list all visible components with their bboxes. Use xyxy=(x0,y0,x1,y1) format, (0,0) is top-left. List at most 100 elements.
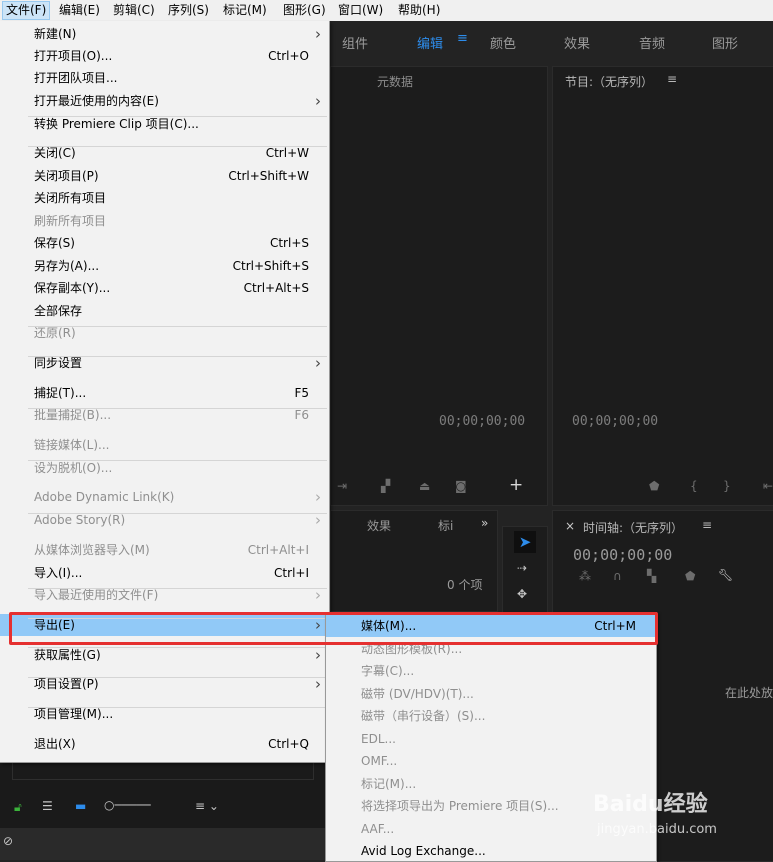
drop-hint: 在此处放 xyxy=(725,686,773,700)
wrench-icon[interactable]: 🔧︎ xyxy=(718,568,733,582)
menu-item-label: 链接媒体(L)... xyxy=(34,438,110,452)
menu-separator xyxy=(28,513,327,514)
file-menu-item: 链接媒体(L)... xyxy=(0,434,329,456)
menu-item-label: 新建(N) xyxy=(34,27,77,41)
menu-item-label: 捕捉(T)... xyxy=(34,386,87,400)
menu-bar: 文件(F) 编辑(E) 剪辑(C) 序列(S) 标记(M) 图形(G) 窗口(W… xyxy=(0,0,773,22)
menu-item-label: Adobe Dynamic Link(K) xyxy=(34,490,175,504)
submenu-item-label: 磁带 (DV/HDV)(T)... xyxy=(361,686,474,701)
highlight-annotation xyxy=(9,612,658,645)
tab-color[interactable]: 颜色 xyxy=(490,33,516,52)
export-submenu-item: OMF... xyxy=(326,750,656,772)
add-button-icon[interactable]: + xyxy=(509,475,523,495)
file-menu-item[interactable]: 捕捉(T)... F5 xyxy=(0,382,329,404)
file-menu-item[interactable]: 保存副本(Y)... Ctrl+Alt+S xyxy=(0,277,329,299)
menu-separator xyxy=(28,677,327,678)
menu-item-label: 打开团队项目... xyxy=(34,71,118,85)
file-menu-item[interactable]: 导入(I)... Ctrl+I xyxy=(0,562,329,584)
submenu-item-label: Avid Log Exchange... xyxy=(361,844,486,858)
search-field-frame[interactable] xyxy=(12,762,314,780)
export-submenu-item: 字幕(C)... xyxy=(326,660,656,682)
marker-icon[interactable]: ⬟ xyxy=(649,479,659,493)
chevron-right-icon: › xyxy=(315,25,321,43)
timeline-title: 时间轴:（无序列） xyxy=(583,521,684,535)
menu-separator xyxy=(28,356,327,357)
menu-file[interactable]: 文件(F) xyxy=(2,1,51,20)
linked-selection-icon[interactable]: ▚ xyxy=(647,569,656,583)
program-title: 节目:（无序列） xyxy=(565,75,654,89)
menu-item-label: 从媒体浏览器导入(M) xyxy=(34,543,150,557)
markers-tab[interactable]: 标i xyxy=(438,517,453,534)
tab-assembly[interactable]: 组件 xyxy=(342,33,368,52)
file-menu-item[interactable]: 退出(X) Ctrl+Q xyxy=(0,733,329,755)
sort-icon[interactable]: ≡ ⌄ xyxy=(195,799,219,813)
file-menu-item[interactable]: 保存(S) Ctrl+S xyxy=(0,232,329,254)
overwrite-icon[interactable]: ▞ xyxy=(381,479,390,493)
timeline-menu-icon[interactable]: ≡ xyxy=(702,518,712,532)
lift-icon[interactable]: ⏏ xyxy=(419,479,430,493)
menu-separator xyxy=(28,460,327,461)
menu-separator xyxy=(28,326,327,327)
menu-separator xyxy=(28,588,327,589)
menu-help[interactable]: 帮助(H) xyxy=(395,2,443,19)
add-marker-icon[interactable]: ⬟ xyxy=(685,569,695,583)
go-to-in-icon[interactable]: ⇤ xyxy=(763,479,773,493)
mark-in-icon[interactable]: { xyxy=(690,479,698,493)
menu-marker[interactable]: 标记(M) xyxy=(220,2,270,19)
file-menu-item[interactable]: 打开团队项目... xyxy=(0,67,329,89)
list-view-icon[interactable]: ☰ xyxy=(42,799,53,813)
tab-audio[interactable]: 音频 xyxy=(639,33,665,52)
file-menu-item[interactable]: 另存为(A)... Ctrl+Shift+S xyxy=(0,255,329,277)
menu-item-label: 导入(I)... xyxy=(34,566,83,580)
camera-icon[interactable]: ◙ xyxy=(455,479,467,493)
close-icon[interactable]: × xyxy=(565,519,575,533)
file-menu-item[interactable]: 全部保存 xyxy=(0,300,329,322)
menu-item-label: 打开项目(O)... xyxy=(34,49,113,63)
menu-separator xyxy=(28,408,327,409)
file-menu-item[interactable]: 打开项目(O)... Ctrl+O xyxy=(0,45,329,67)
item-count: 0 个项 xyxy=(447,578,483,592)
menu-edit[interactable]: 编辑(E) xyxy=(56,2,103,19)
file-menu-item[interactable]: 新建(N) › xyxy=(0,23,329,45)
panel-menu-icon[interactable]: ≡ xyxy=(667,72,677,86)
lock-icon[interactable]: 🔓︎ xyxy=(14,800,22,815)
tab-editing[interactable]: 编辑 xyxy=(417,33,443,52)
track-select-tool-icon[interactable]: ⇢ xyxy=(517,561,527,575)
file-menu-item[interactable]: 关闭项目(P) Ctrl+Shift+W xyxy=(0,165,329,187)
menu-sequence[interactable]: 序列(S) xyxy=(165,2,212,19)
menu-item-shortcut: Ctrl+Alt+I xyxy=(247,543,309,557)
ripple-edit-tool-icon[interactable]: ✥ xyxy=(517,587,527,601)
overflow-chevron-icon[interactable]: » xyxy=(481,516,488,530)
tab-effects[interactable]: 效果 xyxy=(564,33,590,52)
menu-graphics[interactable]: 图形(G) xyxy=(280,2,329,19)
zoom-slider-icon[interactable]: ○───── xyxy=(104,798,151,812)
effects-tab[interactable]: 效果 xyxy=(367,517,391,534)
submenu-item-label: 字幕(C)... xyxy=(361,664,415,678)
nest-icon[interactable]: ⁂ xyxy=(579,569,591,583)
file-menu-item[interactable]: 关闭所有项目 xyxy=(0,187,329,209)
menu-clip[interactable]: 剪辑(C) xyxy=(110,2,158,19)
icon-view-icon[interactable]: ▬ xyxy=(75,799,86,813)
snap-icon[interactable]: ∩ xyxy=(613,569,622,583)
export-submenu-item: EDL... xyxy=(326,728,656,750)
export-submenu-item: 磁带 (DV/HDV)(T)... xyxy=(326,683,656,705)
watermark-brand: Baidu经验 xyxy=(593,792,708,817)
menu-item-label: 全部保存 xyxy=(34,304,83,318)
selection-tool-icon[interactable]: ➤ xyxy=(514,531,536,553)
metadata-panel: 元数据 00;00;00;00 ⇥ ▞ ⏏ ◙ + xyxy=(330,66,548,506)
menu-item-shortcut: Ctrl+S xyxy=(269,236,309,250)
menu-separator xyxy=(28,707,327,708)
menu-window[interactable]: 窗口(W) xyxy=(335,2,386,19)
submenu-item-label: EDL... xyxy=(361,731,396,746)
menu-separator xyxy=(28,116,327,117)
menu-separator xyxy=(28,647,327,648)
menu-item-label: 保存副本(Y)... xyxy=(34,281,111,295)
insert-icon[interactable]: ⇥ xyxy=(337,479,347,493)
menu-lines-icon[interactable]: ≡ xyxy=(457,31,468,46)
file-menu-item[interactable]: 打开最近使用的内容(E) › xyxy=(0,90,329,112)
tab-graphics[interactable]: 图形 xyxy=(712,33,738,52)
program-panel: 节目:（无序列） ≡ 00;00;00;00 ⬟ { } ⇤ xyxy=(552,66,773,506)
menu-item-label: 关闭项目(P) xyxy=(34,169,99,183)
menu-separator xyxy=(28,146,327,147)
mark-out-icon[interactable]: } xyxy=(723,479,731,493)
